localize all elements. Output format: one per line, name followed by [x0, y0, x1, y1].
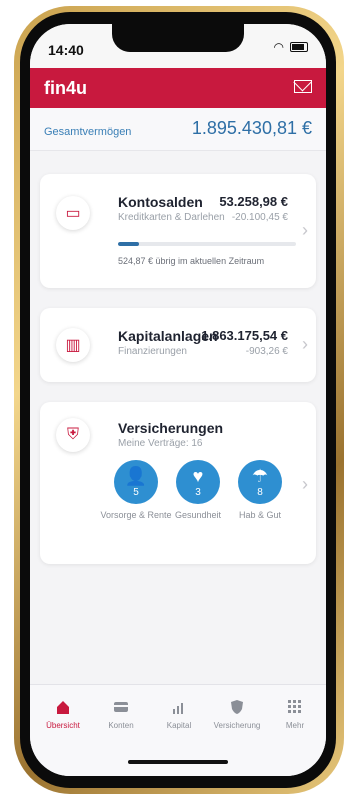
heart-icon: ♥	[192, 465, 204, 486]
card-versicherungen[interactable]: ⛨ Versicherungen Meine Verträge: 16 👤 5 …	[40, 402, 316, 564]
app-header: fin4u	[30, 68, 326, 108]
chevron-right-icon: ›	[302, 474, 308, 494]
tab-mehr[interactable]: Mehr	[266, 699, 324, 730]
tab-kapital[interactable]: Kapital	[150, 699, 208, 730]
brand-logo: fin4u	[44, 78, 87, 98]
tab-label: Konten	[108, 721, 134, 730]
bubble-gesundheit[interactable]: ♥ 3	[176, 460, 220, 504]
home-indicator	[128, 760, 228, 764]
tab-label: Mehr	[285, 721, 305, 730]
tab-label: Übersicht	[46, 721, 80, 730]
progress-fill	[118, 242, 140, 246]
card-subtitle: Finanzierungen	[118, 346, 187, 357]
networth-label: Gesamtvermögen	[44, 126, 132, 138]
wifi-icon: ◠	[273, 40, 284, 54]
card-subtitle: Meine Verträge: 16	[118, 438, 203, 449]
card-icon	[113, 699, 129, 715]
networth-value: 1.895.430,81 €	[191, 118, 312, 138]
bubble-count: 3	[195, 486, 201, 498]
chart-icon: ▥	[56, 328, 90, 362]
battery-icon	[290, 42, 308, 52]
shield-icon: ⛨	[56, 418, 90, 452]
tab-label: Versicherung	[213, 721, 261, 730]
home-icon	[55, 699, 71, 715]
shield-icon	[229, 699, 245, 715]
card-subtitle: Kreditkarten & Darlehen	[118, 212, 225, 223]
status-icons: ◠	[274, 40, 308, 54]
mail-icon[interactable]	[294, 80, 312, 93]
tab-uebersicht[interactable]: Übersicht	[34, 699, 92, 730]
status-time: 14:40	[48, 42, 84, 58]
tab-versicherung[interactable]: Versicherung	[208, 699, 266, 730]
remaining-text: 524,87 € übrig im aktuellen Zeitraum	[118, 256, 265, 266]
card-title: Versicherungen	[118, 420, 224, 436]
progress-bar	[118, 242, 296, 246]
card-amount: 1.863.175,54 €	[201, 328, 288, 343]
app-screen: 14:40 ◠ fin4u Gesamtvermögen 1.895.430,8…	[30, 24, 326, 776]
bubble-hab-gut[interactable]: ☂ 8	[238, 460, 282, 504]
tab-konten[interactable]: Konten	[92, 699, 150, 730]
networth-row: Gesamtvermögen 1.895.430,81 €	[30, 108, 326, 151]
bubble-vorsorge[interactable]: 👤 5	[114, 460, 158, 504]
bubble-count: 8	[257, 486, 263, 498]
credit-card-icon: ▭	[56, 196, 90, 230]
chevron-right-icon: ›	[302, 220, 308, 240]
bubble-count: 5	[133, 486, 139, 498]
card-sub-amount: -903,26 €	[245, 346, 288, 357]
chevron-right-icon: ›	[302, 334, 308, 354]
chart-icon	[171, 699, 187, 715]
tab-label: Kapital	[166, 721, 192, 730]
phone-notch	[112, 24, 244, 52]
bubble-label: Hab & Gut	[238, 510, 282, 520]
umbrella-icon: ☂	[251, 465, 269, 486]
card-kontosalden[interactable]: ▭ Kontosalden Kreditkarten & Darlehen 53…	[40, 174, 316, 288]
grid-icon	[287, 699, 303, 715]
person-icon: 👤	[124, 465, 148, 486]
card-kapitalanlagen[interactable]: ▥ Kapitalanlagen Finanzierungen 1.863.17…	[40, 308, 316, 382]
card-title: Kontosalden	[118, 194, 203, 210]
card-amount: 53.258,98 €	[219, 194, 288, 209]
card-sub-amount: -20.100,45 €	[231, 212, 288, 223]
